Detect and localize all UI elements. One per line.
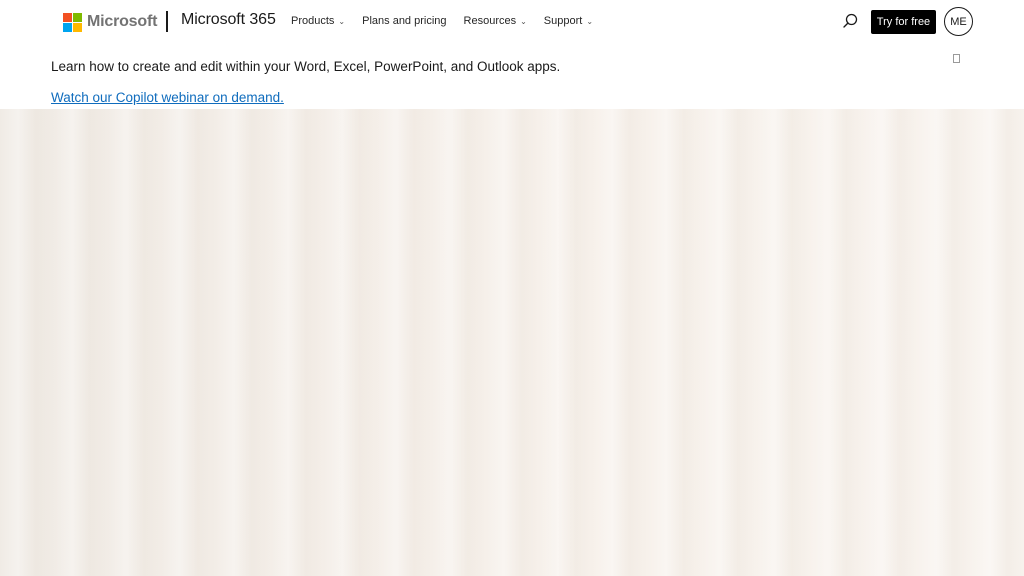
nav-resources[interactable]: Resources ⌄ (464, 15, 527, 27)
microsoft-logo[interactable]: Microsoft (63, 12, 157, 32)
nav-resources-label: Resources (463, 15, 517, 27)
microsoft-logo-text: Microsoft (87, 13, 158, 30)
brand-divider (166, 11, 168, 32)
nav-support-label: Support (543, 15, 583, 27)
nav-products[interactable]: Products ⌄ (291, 15, 345, 27)
microsoft-logo-icon (63, 12, 82, 32)
nav-plans-and-pricing[interactable]: Plans and pricing (362, 15, 446, 27)
announcement-banner: Learn how to create and edit within your… (0, 44, 1024, 109)
chevron-down-icon: ⌄ (586, 16, 594, 26)
nav-support[interactable]: Support ⌄ (544, 15, 593, 27)
main-nav: Products ⌄ Plans and pricing Resources ⌄… (291, 14, 593, 28)
account-avatar-button[interactable]: ME (944, 7, 973, 36)
nav-products-label: Products (291, 15, 335, 27)
search-button[interactable] (841, 12, 859, 30)
try-for-free-button[interactable]: Try for free (871, 10, 936, 34)
banner-text: Learn how to create and edit within your… (51, 59, 561, 74)
search-icon (843, 13, 858, 28)
webinar-link[interactable]: Watch our Copilot webinar on demand. (51, 90, 284, 105)
chevron-down-icon: ⌄ (520, 16, 527, 26)
chevron-down-icon: ⌄ (338, 16, 346, 26)
hero-background (0, 109, 1024, 576)
product-name-link[interactable]: Microsoft 365 (181, 11, 276, 29)
site-header: Microsoft Microsoft 365 Products ⌄ Plans… (0, 0, 1024, 44)
nav-plans-label: Plans and pricing (362, 15, 447, 27)
banner-dismiss-icon[interactable] (953, 54, 960, 63)
